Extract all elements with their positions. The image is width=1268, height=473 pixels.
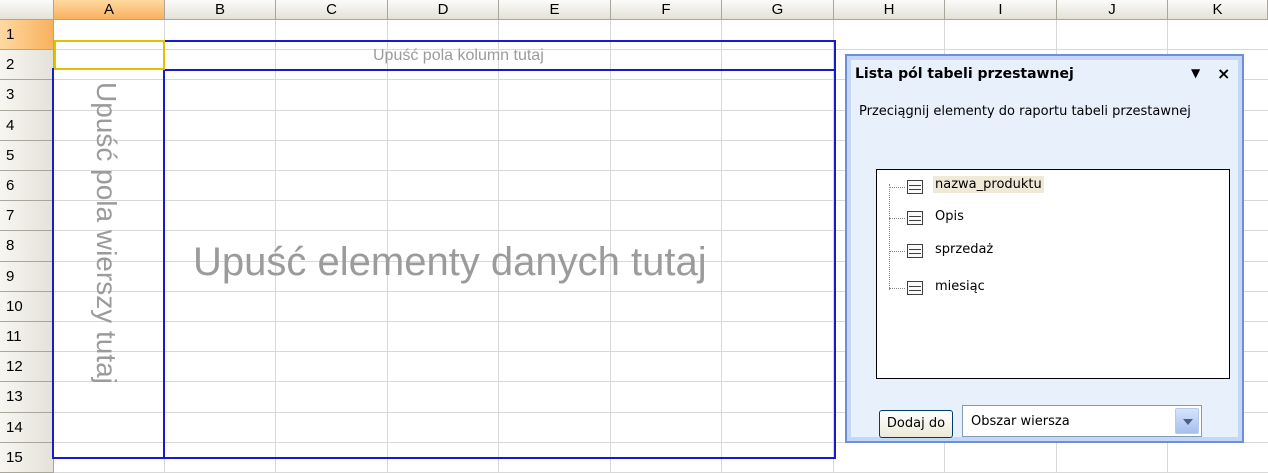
close-icon[interactable]: ×: [1217, 64, 1230, 83]
panel-title: Lista pól tabeli przestawnej: [855, 66, 1074, 82]
active-cell[interactable]: [54, 40, 165, 70]
field-item[interactable]: miesiąc: [933, 278, 987, 295]
row-header-9[interactable]: 9: [0, 261, 54, 292]
column-header-f[interactable]: F: [611, 0, 722, 20]
column-header-g[interactable]: G: [722, 0, 834, 20]
dropdown-arrow-icon[interactable]: ▼: [1191, 66, 1200, 80]
tree-connector: [889, 288, 905, 289]
column-header-k[interactable]: K: [1168, 0, 1268, 20]
column-header-h[interactable]: H: [834, 0, 945, 20]
field-item[interactable]: nazwa_produktu: [933, 176, 1044, 193]
tree-connector: [889, 187, 905, 188]
add-to-button[interactable]: Dodaj do: [879, 410, 953, 438]
tree-connector: [889, 218, 905, 219]
field-icon: [907, 180, 923, 194]
column-header-e[interactable]: E: [499, 0, 611, 20]
row-header-8[interactable]: 8: [0, 231, 54, 262]
field-item[interactable]: Opis: [933, 208, 966, 225]
area-select[interactable]: Obszar wiersza: [962, 405, 1202, 437]
row-header-7[interactable]: 7: [0, 201, 54, 232]
row-header-12[interactable]: 12: [0, 352, 54, 383]
field-icon: [907, 281, 923, 295]
row-header-6[interactable]: 6: [0, 171, 54, 202]
row-header-10[interactable]: 10: [0, 291, 54, 322]
column-drop-hint: Upuść pola kolumn tutaj: [373, 47, 544, 64]
row-header-2[interactable]: 2: [0, 50, 54, 81]
column-header-i[interactable]: I: [945, 0, 1057, 20]
tree-connector: [889, 251, 905, 252]
select-all-corner[interactable]: [0, 0, 54, 20]
field-icon: [907, 244, 923, 258]
pivot-field-list-panel[interactable]: Lista pól tabeli przestawnej ▼ × Przecią…: [845, 54, 1244, 443]
area-select-value: Obszar wiersza: [971, 414, 1070, 429]
data-drop-hint: Upuść elementy danych tutaj: [193, 240, 707, 284]
row-header-4[interactable]: 4: [0, 110, 54, 141]
row-header-15[interactable]: 15: [0, 442, 54, 473]
row-header-3[interactable]: 3: [0, 80, 54, 111]
row-header-5[interactable]: 5: [0, 140, 54, 171]
row-header-11[interactable]: 11: [0, 322, 54, 353]
field-item[interactable]: sprzedaż: [933, 241, 995, 258]
field-tree[interactable]: nazwa_produktu Opis sprzedaż miesiąc: [876, 169, 1230, 379]
column-header-c[interactable]: C: [276, 0, 388, 20]
row-header-1[interactable]: 1: [0, 20, 54, 51]
panel-instruction: Przeciągnij elementy do raportu tabeli p…: [859, 104, 1191, 119]
tree-connector: [889, 184, 890, 290]
field-icon: [907, 211, 923, 225]
column-header-j[interactable]: J: [1057, 0, 1168, 20]
row-drop-hint: Upuść pola wierszy tutaj: [91, 82, 122, 384]
column-header-a[interactable]: A: [54, 0, 165, 20]
chevron-down-icon[interactable]: [1175, 408, 1199, 434]
column-header-b[interactable]: B: [165, 0, 276, 20]
panel-body: Lista pól tabeli przestawnej ▼ × Przecią…: [851, 60, 1238, 438]
column-header-d[interactable]: D: [388, 0, 499, 20]
row-header-13[interactable]: 13: [0, 382, 54, 413]
row-header-14[interactable]: 14: [0, 412, 54, 443]
